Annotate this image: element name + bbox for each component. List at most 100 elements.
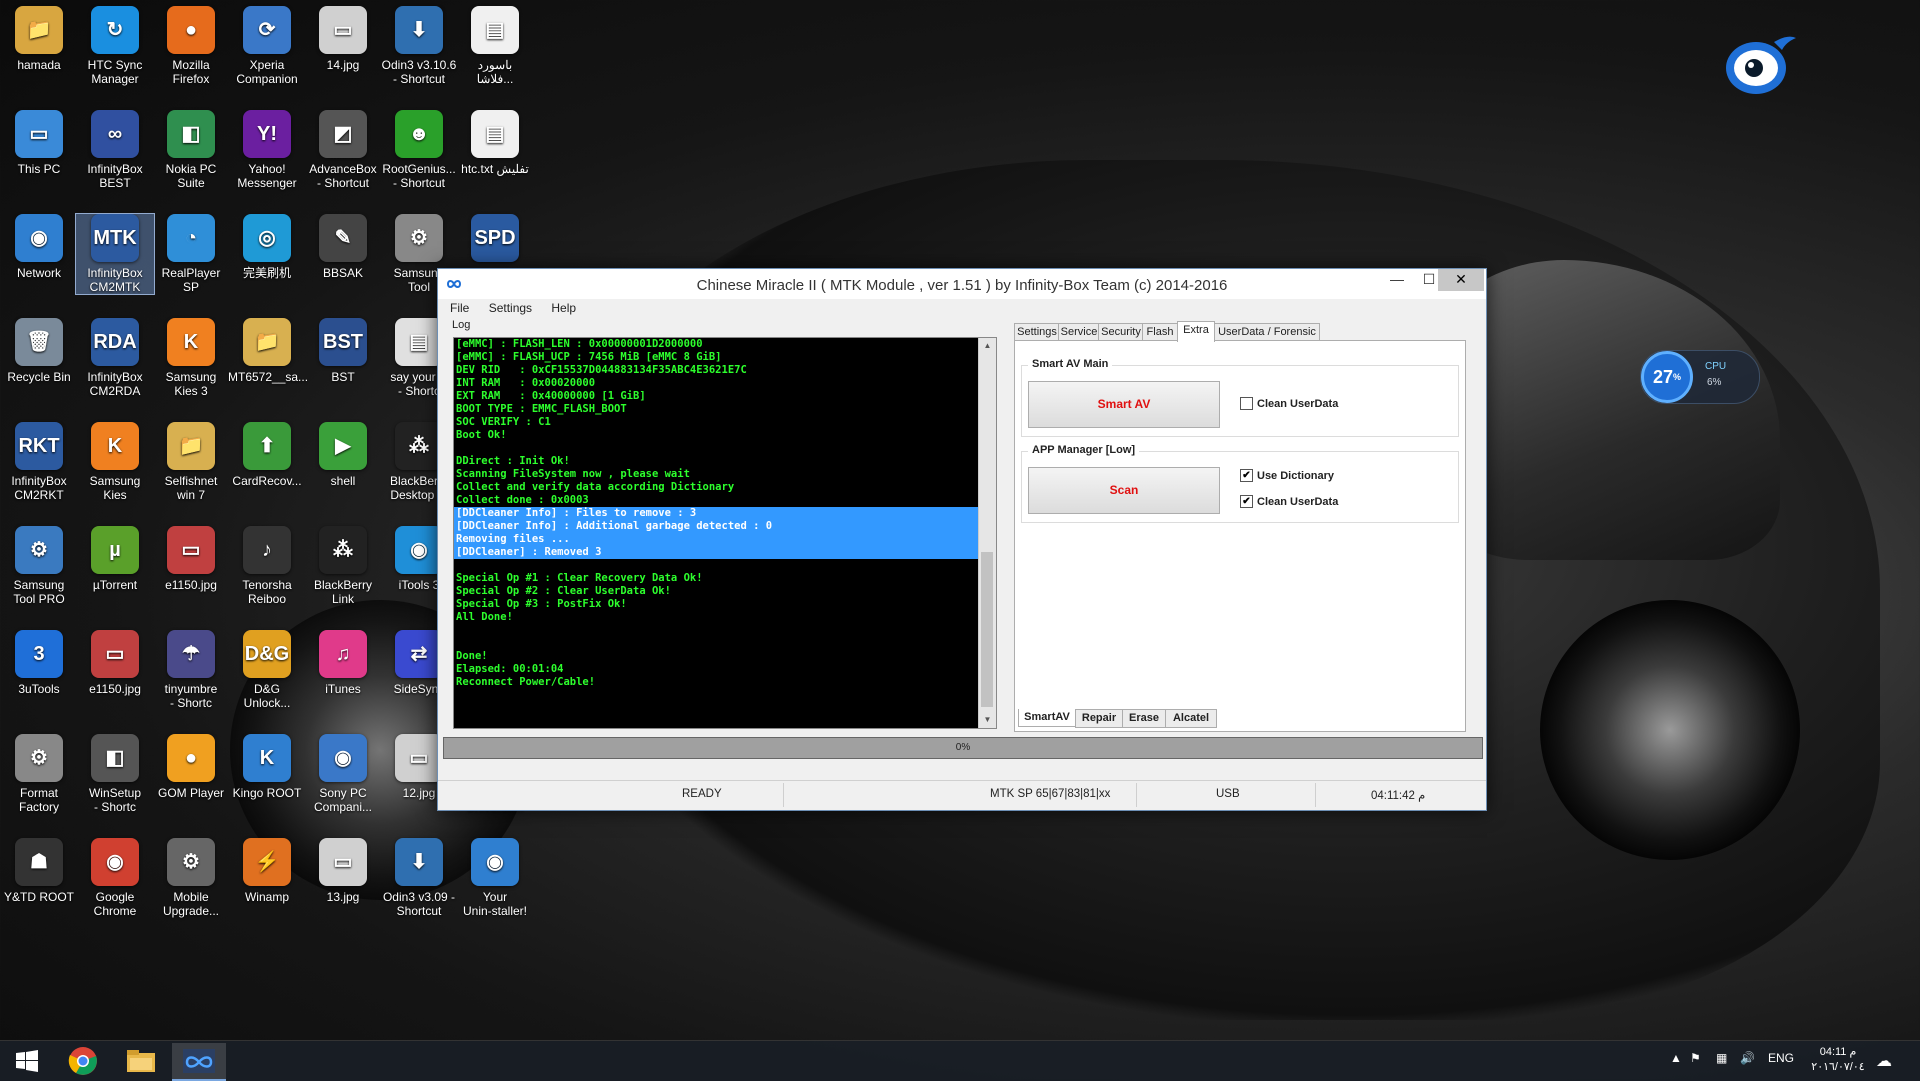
desktop-icon[interactable]: Y! Yahoo! Messenger [228, 110, 306, 190]
desktop-icon[interactable]: ▭ e1150.jpg [76, 630, 154, 696]
scroll-thumb[interactable] [981, 552, 993, 707]
taskbar-file-explorer[interactable] [114, 1043, 168, 1079]
tab-extra[interactable]: Extra [1177, 321, 1215, 342]
desktop-icon[interactable]: 3 3uTools [0, 630, 78, 696]
desktop-icon[interactable]: ▭ 13.jpg [304, 838, 382, 904]
log-scrollbar[interactable]: ▲ ▼ [978, 338, 996, 728]
desktop-icon[interactable]: SPD [456, 214, 534, 266]
desktop-icon[interactable]: ♪ Tenorsha Reiboo [228, 526, 306, 606]
desktop-icon[interactable]: ◎ 完美刷机 [228, 214, 306, 280]
desktop-icon[interactable]: ◧ Nokia PC Suite [152, 110, 230, 190]
desktop-icon[interactable]: ◩ AdvanceBox - Shortcut [304, 110, 382, 190]
desktop-icon[interactable]: ⬇ Odin3 v3.10.6 - Shortcut [380, 6, 458, 86]
menu-settings[interactable]: Settings [489, 301, 532, 315]
desktop-icon[interactable]: ◔ RealPlayer SP [152, 214, 230, 294]
menu-help[interactable]: Help [551, 301, 576, 315]
desktop-icon[interactable]: ▶ shell [304, 422, 382, 488]
desktop-icon[interactable]: ▭ e1150.jpg [152, 526, 230, 592]
scroll-up-icon[interactable]: ▲ [979, 338, 996, 354]
desktop-icon[interactable]: ⁂ BlackBerry Link [304, 526, 382, 606]
smart-av-clean-userdata-checkbox[interactable]: Clean UserData [1240, 397, 1338, 410]
subtab-smartav[interactable]: SmartAV [1018, 709, 1076, 727]
subtab-alcatel[interactable]: Alcatel [1165, 709, 1217, 728]
desktop-icon[interactable]: ⟳ Xperia Companion [228, 6, 306, 86]
tray-flag-icon[interactable]: ⚑ [1690, 1051, 1701, 1065]
taskbar-chinese-miracle[interactable] [172, 1043, 226, 1081]
taskbar-clock[interactable]: 04:11 م ٢٠١٦/٠٧/٠٤ [1808, 1045, 1868, 1075]
desktop-icon[interactable]: ⚡ Winamp [228, 838, 306, 904]
tab-userdata-forensic[interactable]: UserData / Forensic [1214, 323, 1320, 341]
close-button[interactable]: ✕ [1438, 269, 1484, 291]
taskbar-chrome[interactable] [56, 1043, 110, 1079]
log-lines: [eMMC] : FLASH_LEN : 0x00000001D2000000[… [454, 338, 996, 689]
desktop-app-icon: D&G [243, 630, 291, 678]
desktop-icon[interactable]: RKT InfinityBox CM2RKT [0, 422, 78, 502]
desktop-icon[interactable]: ✎ BBSAK [304, 214, 382, 280]
desktop-icon[interactable]: D&G D&G Unlock... [228, 630, 306, 710]
menu-file[interactable]: File [450, 301, 469, 315]
desktop-icon[interactable]: ☗ Y&TD ROOT [0, 838, 78, 904]
desktop-icon[interactable]: ⬇ Odin3 v3.09 - Shortcut [380, 838, 458, 918]
tab-service[interactable]: Service [1058, 323, 1100, 341]
desktop-icon[interactable]: ● Mozilla Firefox [152, 6, 230, 86]
desktop-app-icon: ⚡ [243, 838, 291, 886]
desktop-icon[interactable]: µ µTorrent [76, 526, 154, 592]
tray-language[interactable]: ENG [1768, 1051, 1794, 1065]
tab-security[interactable]: Security [1098, 323, 1144, 341]
desktop-icon[interactable]: ▭ This PC [0, 110, 78, 176]
desktop-icon[interactable]: MTK InfinityBox CM2MTK [75, 213, 155, 295]
app-clean-userdata-checkbox[interactable]: ✔ Clean UserData [1240, 495, 1338, 508]
desktop-icon[interactable]: K Kingo ROOT [228, 734, 306, 800]
desktop-icon[interactable]: ▭ 14.jpg [304, 6, 382, 72]
tab-settings[interactable]: Settings [1014, 323, 1060, 341]
desktop-icon[interactable]: ⚙ Mobile Upgrade... [152, 838, 230, 918]
desktop-icon[interactable]: 🗑 Recycle Bin [0, 318, 78, 384]
desktop-icon[interactable]: ⬆ CardRecov... [228, 422, 306, 488]
desktop-app-icon: ⁂ [319, 526, 367, 574]
desktop-icon[interactable]: ☻ RootGenius... - Shortcut [380, 110, 458, 190]
desktop-icon[interactable]: ▤ htc.txt تفليش [456, 110, 534, 176]
tab-flash[interactable]: Flash [1142, 323, 1178, 341]
desktop-icon[interactable]: RDA InfinityBox CM2RDA [76, 318, 154, 398]
subtab-repair[interactable]: Repair [1075, 709, 1123, 728]
desktop-icon[interactable]: ◉ Your Unin-staller! [456, 838, 534, 918]
log-line: INT RAM : 0x00020000 [456, 377, 596, 389]
desktop-icon[interactable]: K Samsung Kies [76, 422, 154, 502]
tray-overflow-icon[interactable]: ▲ [1670, 1051, 1682, 1065]
desktop-icon-label: htc.txt تفليش [461, 162, 529, 176]
tray-onedrive-icon[interactable]: ☁ [1876, 1051, 1892, 1071]
desktop-icon-label: Your Unin-staller! [462, 890, 528, 918]
desktop-icon[interactable]: 📁 hamada [0, 6, 78, 72]
desktop-icon[interactable]: ● GOM Player [152, 734, 230, 800]
scan-button[interactable]: Scan [1028, 467, 1220, 514]
use-dictionary-checkbox[interactable]: ✔ Use Dictionary [1240, 469, 1334, 482]
app-manager-group: APP Manager [Low] Scan ✔ Use Dictionary … [1021, 444, 1459, 523]
minimize-button[interactable]: — [1381, 269, 1413, 291]
desktop-icon[interactable]: ◉ Google Chrome [76, 838, 154, 918]
desktop-icon[interactable]: ◉ Network [0, 214, 78, 280]
desktop-icon[interactable]: 📁 MT6572__sa... [228, 318, 308, 384]
desktop-icon[interactable]: ⚙ Format Factory [0, 734, 78, 814]
itools-logo-icon[interactable] [1722, 28, 1798, 98]
desktop-icon[interactable]: BST BST [304, 318, 382, 384]
log-console[interactable]: [eMMC] : FLASH_LEN : 0x00000001D2000000[… [453, 337, 997, 729]
desktop-icon[interactable]: K Samsung Kies 3 [152, 318, 230, 398]
desktop-icon[interactable]: ☂ tinyumbre - Shortc [152, 630, 230, 710]
scroll-down-icon[interactable]: ▼ [979, 712, 996, 728]
desktop-icon[interactable]: ∞ InfinityBox BEST [76, 110, 154, 190]
desktop-icon[interactable]: ↻ HTC Sync Manager [76, 6, 154, 86]
desktop-icon[interactable]: ⚙ Samsung Tool PRO [0, 526, 78, 606]
desktop-icon[interactable]: 📁 Selfishnet win 7 [152, 422, 230, 502]
tray-volume-icon[interactable]: 🔊 [1740, 1051, 1755, 1065]
desktop-icon[interactable]: ♫ iTunes [304, 630, 382, 696]
start-button[interactable] [0, 1043, 54, 1079]
cpu-widget[interactable]: 27% CPU 6% [1640, 350, 1760, 404]
tray-network-icon[interactable]: ▦ [1716, 1051, 1727, 1065]
subtab-erase[interactable]: Erase [1122, 709, 1166, 728]
desktop-icon[interactable]: ▤ باسورد فلاشا... [456, 6, 534, 86]
window-titlebar[interactable]: Chinese Miracle II ( MTK Module , ver 1.… [438, 269, 1486, 299]
smart-av-button[interactable]: Smart AV [1028, 381, 1220, 428]
desktop-icon[interactable]: ◧ WinSetup - Shortc [76, 734, 154, 814]
desktop-icon[interactable]: ◉ Sony PC Compani... [304, 734, 382, 814]
